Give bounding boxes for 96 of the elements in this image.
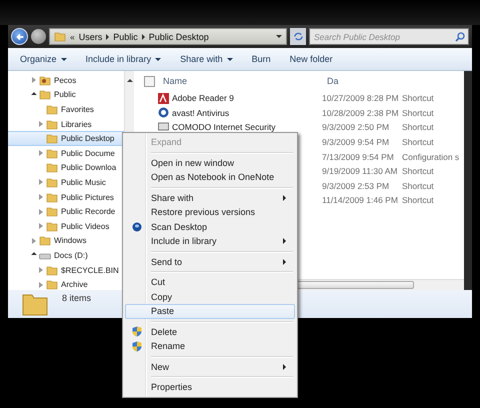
folder-icon	[46, 176, 58, 188]
menu-item[interactable]: New	[125, 360, 295, 374]
refresh-icon	[292, 31, 304, 42]
tree-item[interactable]: Public Desktop	[8, 131, 124, 146]
date-cell-text: 10/27/2009 8:28 PM	[322, 93, 400, 104]
back-arrow-icon	[14, 32, 24, 42]
pdf-icon	[158, 92, 169, 104]
folder-icon	[46, 133, 58, 144]
folder-icon	[46, 192, 58, 203]
folder-icon	[46, 264, 58, 276]
search-icon	[455, 32, 465, 42]
submenu-arrow-icon	[283, 258, 286, 265]
folder-icon	[39, 235, 51, 246]
file-name[interactable]: avast! Antivirus	[172, 108, 230, 118]
type-cell: Shortcut	[402, 137, 434, 148]
monitor-icon	[158, 122, 169, 133]
globe-icon	[132, 222, 142, 232]
address-bar[interactable]: « Users Public Public Desktop	[49, 28, 287, 45]
breadcrumb[interactable]: Users	[78, 32, 102, 42]
folder-icon	[54, 31, 66, 42]
breadcrumb[interactable]: Public Desktop	[148, 32, 209, 42]
shield-icon	[132, 326, 142, 338]
type-cell: Shortcut	[402, 195, 434, 206]
menu-item[interactable]: Properties	[125, 380, 295, 394]
menu-item[interactable]: Delete	[125, 324, 295, 339]
submenu-arrow-icon	[283, 364, 286, 370]
menu-item[interactable]: Cut	[125, 275, 295, 290]
separator-arrow-icon	[142, 34, 145, 40]
date-cell-text: 9/3/2009 9:54 PM	[322, 137, 390, 148]
menu-item[interactable]: Share with	[125, 190, 295, 205]
back-button[interactable]	[11, 28, 28, 45]
tree-item[interactable]: Windows	[8, 234, 124, 248]
toolbar-button[interactable]: Share with	[180, 54, 233, 64]
toolbar-button[interactable]: Organize	[20, 54, 67, 64]
tree-item[interactable]: Public Recorde	[8, 204, 124, 219]
type-cell: Shortcut	[402, 122, 434, 132]
tree-item[interactable]: Public Music	[8, 175, 124, 190]
menu-item[interactable]: Include in library	[125, 234, 295, 248]
select-all-checkbox[interactable]	[144, 76, 155, 86]
refresh-button[interactable]	[290, 28, 306, 45]
tree-item[interactable]: Pecos	[8, 73, 124, 88]
tree-item[interactable]: Public Pictures	[8, 190, 124, 204]
date-cell-text: 9/19/2009 11:30 AM	[322, 166, 398, 176]
toolbar-button[interactable]: Burn	[252, 54, 271, 64]
tree-item[interactable]: Public	[8, 88, 124, 102]
tree-item[interactable]: Public Videos	[8, 218, 124, 234]
type-cell: Configuration s	[402, 152, 460, 162]
menu-item[interactable]: Open as Notebook in OneNote	[125, 170, 295, 184]
menu-item[interactable]: Send to	[125, 254, 295, 269]
type-cell: Shortcut	[402, 93, 434, 104]
shield-icon	[132, 340, 142, 352]
breadcrumb[interactable]: Public	[113, 32, 138, 42]
toolbar-button[interactable]: Include in library	[86, 54, 162, 64]
menu-item[interactable]: Restore previous versions	[125, 205, 295, 220]
vertical-scrollbar[interactable]	[464, 71, 472, 290]
type-cell: Shortcut	[402, 180, 434, 191]
tree-item[interactable]: Favorites	[8, 102, 124, 117]
folder-icon	[46, 220, 58, 232]
date-cell-text: 11/14/2009 1:46 PM	[322, 195, 399, 206]
menu-item[interactable]: Open in new window	[125, 156, 295, 170]
tree-item[interactable]: Public Downloa	[8, 160, 124, 176]
file-name[interactable]: Adobe Reader 9	[172, 93, 234, 104]
forward-button[interactable]	[31, 29, 46, 44]
menu-item[interactable]: Scan Desktop	[125, 220, 295, 234]
tree-item[interactable]: Docs (D:)	[8, 248, 124, 263]
dropdown-arrow-icon[interactable]	[276, 35, 282, 38]
search-field[interactable]: Search Public Desktop	[309, 28, 469, 45]
tree-item[interactable]: $RECYCLE.BIN	[8, 262, 124, 278]
date-cell-text: 10/28/2009 2:38 PM	[322, 108, 400, 118]
date-cell-text: 7/13/2009 9:54 PM	[322, 152, 395, 162]
tree-item[interactable]: Public Docume	[8, 146, 124, 161]
separator-arrow-icon	[106, 34, 110, 40]
folder-icon	[46, 206, 58, 218]
folder-icon	[39, 89, 51, 100]
column-header[interactable]: Da	[327, 76, 387, 86]
tree-item[interactable]: Libraries	[8, 116, 124, 132]
overflow-chevron[interactable]: «	[70, 32, 75, 42]
type-cell: Shortcut	[402, 108, 434, 118]
column-header[interactable]: Name	[163, 76, 327, 86]
submenu-arrow-icon	[283, 194, 286, 201]
folder-icon	[46, 162, 58, 174]
menu-item[interactable]: Copy	[125, 290, 295, 304]
file-name[interactable]: COMODO Internet Security	[172, 122, 276, 132]
menu-item[interactable]: Rename	[125, 339, 295, 354]
folder-icon	[46, 104, 58, 115]
submenu-arrow-icon	[283, 238, 286, 244]
item-count: 8 items	[62, 293, 92, 303]
menu-item[interactable]: Paste	[125, 304, 295, 318]
date-cell-text: 9/3/2009 2:53 PM	[322, 180, 390, 191]
scroll-up-icon[interactable]	[126, 79, 132, 82]
type-cell: Shortcut	[402, 166, 434, 176]
user-folder-icon	[39, 74, 51, 86]
ring-icon	[158, 107, 169, 118]
date-cell-text: 9/3/2009 2:50 PM	[322, 122, 390, 132]
folder-icon	[22, 292, 48, 316]
toolbar-button[interactable]: New folder	[290, 54, 333, 64]
